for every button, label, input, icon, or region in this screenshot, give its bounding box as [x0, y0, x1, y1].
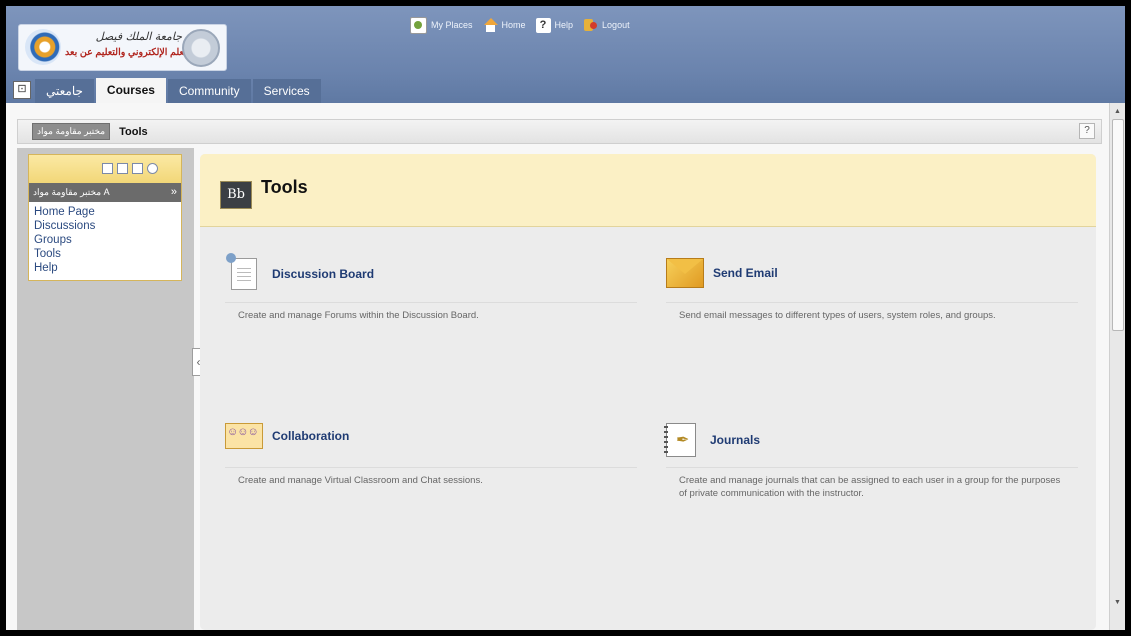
university-seal-icon: [182, 29, 220, 67]
home-icon: [483, 17, 498, 33]
course-menu: مختبر مقاومة مواد A » Home Page Discussi…: [28, 154, 182, 281]
refresh-icon[interactable]: [147, 163, 158, 174]
course-menu-list: Home Page Discussions Groups Tools Help: [29, 202, 181, 280]
scroll-up-arrow-icon[interactable]: ▲: [1110, 105, 1125, 119]
breadcrumb-current-page: Tools: [119, 125, 148, 138]
page-title-bar: Bb Tools: [200, 154, 1096, 227]
page-title: Tools: [261, 177, 308, 197]
course-menu-title: مختبر مقاومة مواد A: [33, 187, 110, 197]
folder-view-icon[interactable]: [117, 163, 128, 174]
logo-university-name: جامعة الملك فيصل: [95, 30, 182, 43]
tool-description: Send email messages to different types o…: [679, 310, 996, 321]
collaboration-icon: [225, 423, 263, 449]
tab-courses[interactable]: Courses: [95, 78, 166, 103]
help-icon: ?: [535, 17, 551, 33]
new-window-icon[interactable]: [132, 163, 143, 174]
menu-item-discussions[interactable]: Discussions: [34, 219, 181, 233]
tab-community[interactable]: Community: [167, 79, 251, 103]
breadcrumb: مختبر مقاومة مواد Tools ?: [17, 119, 1102, 144]
home-link[interactable]: Home: [483, 17, 526, 33]
my-places-icon: [410, 16, 427, 34]
menu-item-groups[interactable]: Groups: [34, 233, 181, 247]
tool-link[interactable]: Collaboration: [225, 423, 349, 449]
blackboard-logo-icon: Bb: [220, 181, 252, 209]
my-places-label: My Places: [431, 20, 473, 30]
main-content: Bb Tools Discussion Board Create and man…: [200, 154, 1096, 630]
divider: [666, 467, 1078, 468]
scroll-thumb[interactable]: [1112, 119, 1124, 331]
tool-link[interactable]: Journals: [664, 423, 761, 457]
logo-disc-icon: [25, 29, 61, 65]
university-logo[interactable]: جامعة الملك فيصل عمادة التعلم الإلكتروني…: [18, 24, 227, 71]
tool-description: Create and manage Forums within the Disc…: [238, 310, 479, 321]
tool-title: Discussion Board: [272, 267, 375, 281]
tab-bar: ⊡ جامعتي Courses Community Services: [6, 78, 323, 103]
scroll-down-arrow-icon[interactable]: ▼: [1110, 596, 1125, 610]
tab-menu-icon[interactable]: ⊡: [13, 81, 31, 99]
tool-title: Send Email: [713, 266, 778, 280]
tool-link[interactable]: Discussion Board: [225, 253, 375, 290]
menu-item-help[interactable]: Help: [34, 261, 181, 275]
help-link[interactable]: ? Help: [535, 17, 574, 33]
divider: [666, 302, 1078, 303]
discussion-board-icon: [226, 253, 257, 290]
send-email-icon: [666, 258, 704, 288]
divider: [225, 302, 637, 303]
tool-description: Create and manage journals that can be a…: [679, 475, 1061, 499]
tab-my-university[interactable]: جامعتي: [35, 79, 94, 103]
logo-deanship-name: عمادة التعلم الإلكتروني والتعليم عن بعد: [65, 47, 219, 58]
tool-send-email: Send Email Send email messages to differ…: [666, 238, 1080, 348]
course-sidebar: مختبر مقاومة مواد A » Home Page Discussi…: [17, 148, 204, 630]
logout-link[interactable]: Logout: [583, 18, 630, 33]
tool-title: Collaboration: [272, 429, 350, 443]
home-label: Home: [501, 20, 526, 30]
course-menu-header: مختبر مقاومة مواد A »: [29, 183, 181, 202]
browser-frame: جامعة الملك فيصل عمادة التعلم الإلكتروني…: [6, 6, 1125, 630]
list-view-icon[interactable]: [102, 163, 113, 174]
top-links: My Places Home ? Help Logout: [410, 16, 630, 34]
menu-item-home-page[interactable]: Home Page: [34, 205, 181, 219]
logout-label: Logout: [602, 20, 630, 30]
tab-services[interactable]: Services: [252, 79, 321, 103]
help-label: Help: [554, 20, 574, 30]
menu-collapse-icon[interactable]: »: [171, 183, 177, 202]
tool-collaboration: Collaboration Create and manage Virtual …: [225, 403, 639, 513]
journals-icon: [664, 423, 696, 457]
header: جامعة الملك فيصل عمادة التعلم الإلكتروني…: [6, 6, 1125, 103]
my-places-link[interactable]: My Places: [410, 16, 473, 34]
menu-view-toggles: [29, 155, 181, 183]
breadcrumb-course[interactable]: مختبر مقاومة مواد: [32, 123, 111, 140]
tool-discussion-board: Discussion Board Create and manage Forum…: [225, 238, 639, 348]
tool-journals: Journals Create and manage journals that…: [664, 403, 1080, 513]
tool-description: Create and manage Virtual Classroom and …: [238, 475, 483, 486]
tool-link[interactable]: Send Email: [666, 258, 778, 288]
divider: [225, 467, 637, 468]
menu-item-tools[interactable]: Tools: [34, 247, 181, 261]
page-help-button[interactable]: ?: [1079, 123, 1095, 139]
tool-title: Journals: [710, 433, 761, 447]
vertical-scrollbar[interactable]: ▲ ▼: [1109, 103, 1125, 630]
logout-icon: [583, 18, 598, 33]
